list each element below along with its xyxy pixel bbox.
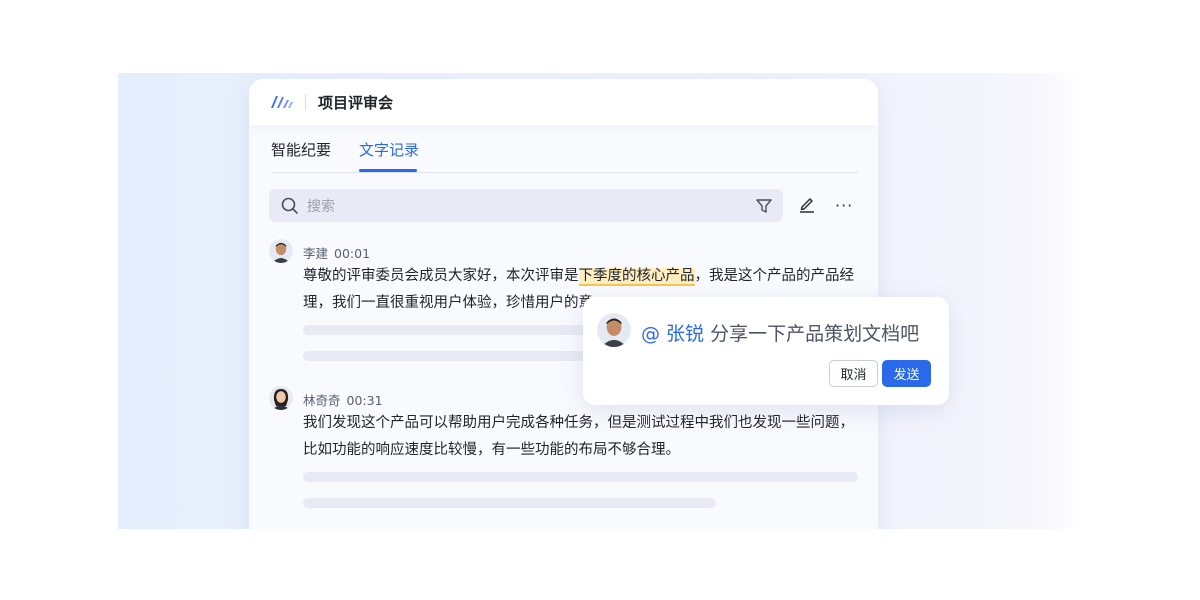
transcript-text: 我们发现这个产品可以帮助用户完成各种任务，但是测试过程中我们也发现一些问题，比如… — [303, 415, 854, 458]
tab-bar: 智能纪要 文字记录 — [271, 129, 858, 173]
mention-tag[interactable]: @ 张锐 — [641, 323, 704, 345]
timestamp: 00:01 — [334, 246, 371, 261]
cancel-button[interactable]: 取消 — [829, 360, 878, 387]
popup-message: @ 张锐 分享一下产品策划文档吧 — [641, 319, 919, 346]
message-text: 分享一下产品策划文档吧 — [704, 323, 920, 345]
filter-icon[interactable] — [755, 197, 773, 215]
search-input[interactable]: 搜索 — [269, 189, 783, 222]
app-logo-icon — [271, 96, 293, 108]
more-icon[interactable]: ··· — [835, 196, 853, 215]
avatar — [597, 313, 631, 347]
timestamp: 00:31 — [346, 393, 383, 408]
send-button[interactable]: 发送 — [882, 360, 931, 387]
loading-placeholder — [303, 498, 716, 508]
loading-placeholder — [303, 472, 858, 482]
avatar — [269, 386, 293, 410]
page-title: 项目评审会 — [318, 93, 394, 112]
tab-smart-minutes[interactable]: 智能纪要 — [271, 139, 331, 172]
search-placeholder: 搜索 — [307, 198, 335, 215]
speaker-meta: 李建 00:01 — [303, 243, 370, 262]
text-segment: 尊敬的评审委员会成员大家好，本次评审是 — [303, 268, 579, 284]
mention-popup: @ 张锐 分享一下产品策划文档吧 取消 发送 — [583, 297, 949, 405]
avatar — [269, 239, 293, 263]
edit-icon[interactable] — [798, 195, 816, 213]
highlighted-keyword[interactable]: 下季度的核心产品 — [578, 268, 695, 286]
tab-transcript[interactable]: 文字记录 — [359, 139, 419, 172]
search-icon — [281, 197, 298, 214]
speaker-name: 林奇奇 — [303, 393, 341, 408]
speaker-meta: 林奇奇 00:31 — [303, 390, 383, 409]
header-divider — [305, 94, 306, 110]
speaker-name: 李建 — [303, 246, 329, 261]
panel-header: 项目评审会 — [249, 79, 878, 125]
active-tab-indicator — [359, 169, 417, 172]
